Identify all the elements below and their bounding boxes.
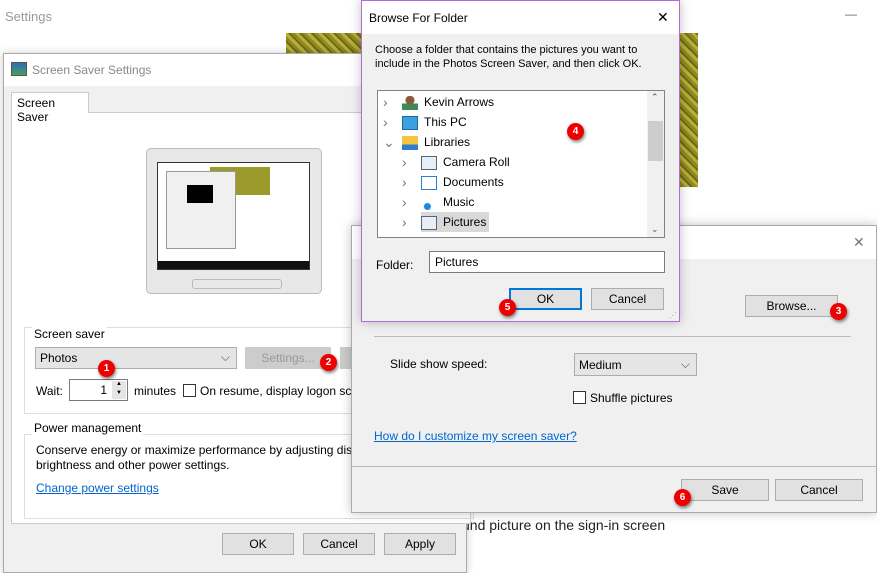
tree-item[interactable]: › Documents xyxy=(402,172,504,192)
settings-window-title: Settings xyxy=(5,9,52,24)
browse-instruction: Choose a folder that contains the pictur… xyxy=(375,44,642,70)
user-icon xyxy=(402,95,418,110)
screen-saver-select[interactable]: Photos ⌵ xyxy=(35,347,237,369)
shuffle-label: Shuffle pictures xyxy=(590,391,673,405)
chevron-right-icon[interactable]: › xyxy=(383,112,388,132)
settings-button[interactable]: Settings... xyxy=(245,347,331,369)
spin-down-icon[interactable]: ▼ xyxy=(112,390,126,399)
step-badge-3: 3 xyxy=(830,303,847,320)
resume-checkbox-label: On resume, display logon scr xyxy=(200,384,356,398)
chevron-right-icon[interactable]: › xyxy=(402,172,407,192)
tree-item[interactable]: › Pictures xyxy=(402,212,490,232)
folder-tree[interactable]: › Kevin Arrows › This PC ⌄ Libraries › Camera R… xyxy=(377,90,665,238)
tree-item[interactable]: › Music xyxy=(402,192,475,212)
folder-input[interactable]: Pictures xyxy=(429,251,665,273)
wait-value: 1 xyxy=(100,383,107,397)
cancel-button[interactable]: Cancel xyxy=(775,479,863,501)
slide-speed-label: Slide show speed: xyxy=(390,357,488,371)
lock-screen-text: und picture on the sign-in screen xyxy=(462,517,666,533)
tree-item[interactable]: ⌄ Libraries xyxy=(383,132,471,152)
ok-button[interactable]: OK xyxy=(509,288,582,310)
footer-separator xyxy=(352,466,876,467)
cancel-button[interactable]: Cancel xyxy=(591,288,664,310)
music-icon xyxy=(421,195,437,210)
tree-item-label: Libraries xyxy=(424,135,471,149)
chevron-right-icon[interactable]: › xyxy=(402,212,407,232)
dialog-title: Screen Saver Settings xyxy=(32,63,152,77)
slide-speed-value: Medium xyxy=(579,358,622,372)
customize-help-link[interactable]: How do I customize my screen saver? xyxy=(374,429,577,443)
save-button[interactable]: Save xyxy=(681,479,769,501)
step-badge-4: 4 xyxy=(567,123,584,140)
tab-screen-saver[interactable]: Screen Saver xyxy=(11,92,89,124)
chevron-right-icon[interactable]: › xyxy=(402,152,407,172)
chevron-right-icon[interactable]: › xyxy=(402,192,407,212)
tree-item-label: This PC xyxy=(424,115,467,129)
wait-input[interactable]: 1 ▲ ▼ xyxy=(69,379,128,401)
monitor-preview xyxy=(146,148,322,294)
apply-button[interactable]: Apply xyxy=(384,533,456,555)
cancel-button[interactable]: Cancel xyxy=(303,533,375,555)
wait-label: Wait: xyxy=(36,384,63,398)
resume-checkbox[interactable] xyxy=(183,384,196,397)
resize-grip-icon[interactable]: ⋰ xyxy=(669,311,677,320)
chevron-down-icon: ⌵ xyxy=(220,350,230,364)
tree-item[interactable]: › Camera Roll xyxy=(402,152,510,172)
tree-item-label: Pictures xyxy=(443,215,487,229)
computer-icon xyxy=(402,115,418,130)
tree-item[interactable]: › This PC xyxy=(383,112,467,132)
tree-item-label: Camera Roll xyxy=(443,155,510,169)
power-group-label: Power management xyxy=(32,421,144,435)
step-badge-2: 2 xyxy=(320,354,337,371)
power-description: Conserve energy or maximize performance … xyxy=(36,443,359,472)
tree-item-label: Music xyxy=(443,195,475,209)
spin-up-icon[interactable]: ▲ xyxy=(112,381,126,390)
tree-item-label: Documents xyxy=(443,175,504,189)
browse-button[interactable]: Browse... xyxy=(745,295,838,317)
scrollbar-thumb[interactable] xyxy=(648,121,663,161)
separator xyxy=(374,336,851,337)
folder-label: Folder: xyxy=(376,258,414,272)
minutes-label: minutes xyxy=(134,384,177,398)
documents-icon xyxy=(421,175,437,190)
tree-item-label: Kevin Arrows xyxy=(424,95,495,109)
screen-saver-group-label: Screen saver xyxy=(32,327,107,341)
step-badge-5: 5 xyxy=(499,299,516,316)
change-power-settings-link[interactable]: Change power settings xyxy=(36,481,159,495)
step-badge-6: 6 xyxy=(674,489,691,506)
slide-speed-select[interactable]: Medium ⌵ xyxy=(574,353,697,376)
libraries-icon xyxy=(402,135,418,150)
browse-dialog-title: Browse For Folder xyxy=(369,11,468,25)
chevron-right-icon[interactable]: › xyxy=(383,92,388,112)
scrollbar[interactable]: ⌃ ⌄ xyxy=(647,91,664,237)
pictures-library-icon xyxy=(421,215,437,230)
pictures-library-icon xyxy=(421,155,437,170)
shuffle-checkbox[interactable] xyxy=(573,391,586,404)
step-badge-1: 1 xyxy=(98,360,115,377)
browse-folder-dialog: Browse For Folder ✕ Choose a folder that… xyxy=(361,0,680,322)
folder-input-value: Pictures xyxy=(435,255,479,269)
close-icon[interactable]: ✕ xyxy=(853,234,865,251)
screen-saver-app-icon xyxy=(11,62,27,76)
chevron-down-icon[interactable]: ⌄ xyxy=(383,132,395,152)
minimize-button[interactable]: — xyxy=(845,7,857,21)
close-icon[interactable]: ✕ xyxy=(657,9,669,26)
tree-item[interactable]: › Kevin Arrows xyxy=(383,92,495,112)
screen-saver-select-value: Photos xyxy=(40,351,78,365)
ok-button[interactable]: OK xyxy=(222,533,294,555)
chevron-down-icon: ⌵ xyxy=(680,357,690,371)
